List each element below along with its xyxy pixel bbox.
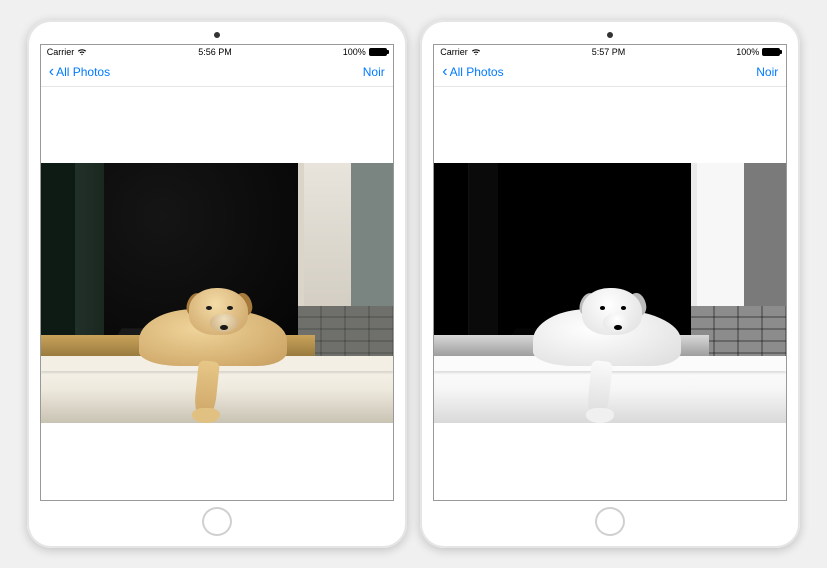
action-button-label: Noir — [363, 65, 385, 79]
back-button-label: All Photos — [450, 65, 504, 79]
status-right: 100% — [343, 47, 387, 57]
photo-viewer[interactable] — [41, 87, 393, 500]
screen: Carrier 5:57 PM 100% ‹ All Photos Noir — [433, 44, 787, 501]
back-button-label: All Photos — [56, 65, 110, 79]
front-camera — [214, 32, 220, 38]
screen: Carrier 5:56 PM 100% ‹ All Photos Noir — [40, 44, 394, 501]
status-bar: Carrier 5:57 PM 100% — [434, 45, 786, 59]
clock-label: 5:56 PM — [198, 47, 232, 57]
chevron-left-icon: ‹ — [442, 64, 447, 80]
photo-color — [41, 163, 393, 423]
back-button[interactable]: ‹ All Photos — [49, 64, 110, 80]
noir-filter-button[interactable]: Noir — [756, 65, 778, 79]
dog-photo-noir — [434, 163, 786, 423]
home-button[interactable] — [595, 507, 625, 536]
navigation-bar: ‹ All Photos Noir — [41, 59, 393, 87]
carrier-label: Carrier — [47, 47, 75, 57]
status-left: Carrier — [440, 47, 481, 57]
carrier-label: Carrier — [440, 47, 468, 57]
battery-icon — [369, 48, 387, 56]
battery-percent-label: 100% — [736, 47, 759, 57]
front-camera — [607, 32, 613, 38]
back-button[interactable]: ‹ All Photos — [442, 64, 503, 80]
photo-viewer[interactable] — [434, 87, 786, 500]
battery-percent-label: 100% — [343, 47, 366, 57]
photo-noir — [434, 163, 786, 423]
ipad-device-left: Carrier 5:56 PM 100% ‹ All Photos Noir — [27, 20, 407, 548]
clock-label: 5:57 PM — [592, 47, 626, 57]
home-button[interactable] — [202, 507, 232, 536]
navigation-bar: ‹ All Photos Noir — [434, 59, 786, 87]
wifi-icon — [471, 48, 481, 56]
battery-icon — [762, 48, 780, 56]
status-right: 100% — [736, 47, 780, 57]
status-bar: Carrier 5:56 PM 100% — [41, 45, 393, 59]
chevron-left-icon: ‹ — [49, 64, 54, 80]
dog-photo-color — [41, 163, 393, 423]
ipad-device-right: Carrier 5:57 PM 100% ‹ All Photos Noir — [420, 20, 800, 548]
status-left: Carrier — [47, 47, 88, 57]
wifi-icon — [77, 48, 87, 56]
action-button-label: Noir — [756, 65, 778, 79]
noir-filter-button[interactable]: Noir — [363, 65, 385, 79]
